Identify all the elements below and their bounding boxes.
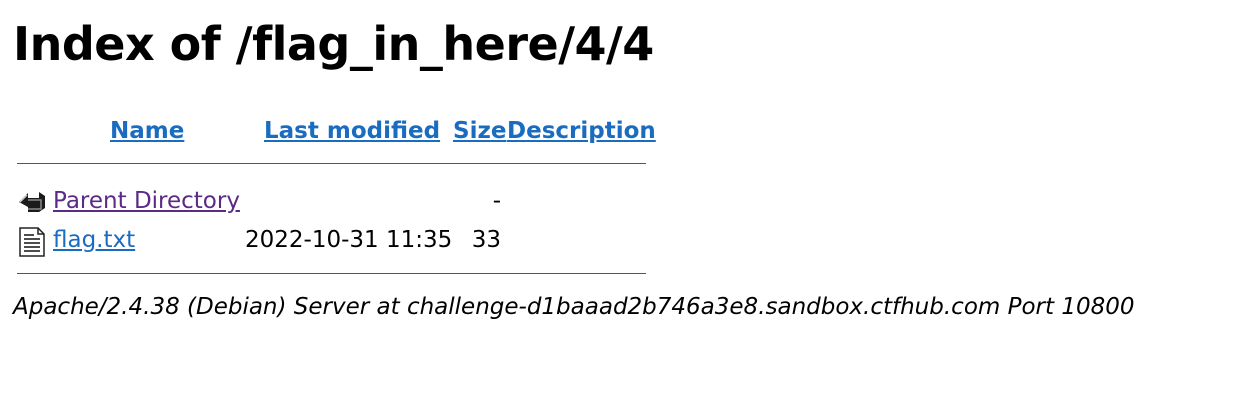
size-cell: - bbox=[492, 188, 501, 214]
table-header-row: Name Last modified Size Description bbox=[17, 112, 656, 150]
parent-directory-cell: Parent Directory bbox=[53, 182, 240, 221]
name-column-header: Name bbox=[110, 112, 184, 150]
back-arrow-icon[interactable] bbox=[17, 188, 47, 216]
size-column-header: Size bbox=[453, 112, 506, 150]
table-row: Parent Directory - bbox=[17, 182, 646, 221]
last-modified-column-header: Last modified bbox=[264, 112, 440, 150]
table-row: flag.txt 2022-10-31 11:35 33 bbox=[17, 221, 646, 260]
flag-txt-link[interactable]: flag.txt bbox=[53, 227, 135, 253]
file-name-cell: flag.txt bbox=[53, 221, 135, 260]
server-signature: Apache/2.4.38 (Debian) Server at challen… bbox=[13, 294, 1135, 320]
sort-by-size-link[interactable]: Size bbox=[453, 118, 506, 144]
footer-divider bbox=[17, 273, 646, 274]
last-modified-cell: 2022-10-31 11:35 bbox=[245, 227, 453, 253]
sort-by-last-modified-link[interactable]: Last modified bbox=[264, 118, 440, 144]
sort-by-description-link[interactable]: Description bbox=[507, 118, 656, 144]
page-title: Index of /flag_in_here/4/4 bbox=[13, 17, 654, 71]
parent-directory-link[interactable]: Parent Directory bbox=[53, 188, 240, 214]
directory-listing-table: Name Last modified Size Description Pare… bbox=[17, 112, 656, 274]
description-column-header: Description bbox=[507, 112, 656, 150]
header-divider bbox=[17, 163, 646, 164]
sort-by-name-link[interactable]: Name bbox=[110, 118, 184, 144]
size-cell: 33 bbox=[471, 227, 501, 253]
text-file-icon[interactable] bbox=[17, 227, 47, 257]
